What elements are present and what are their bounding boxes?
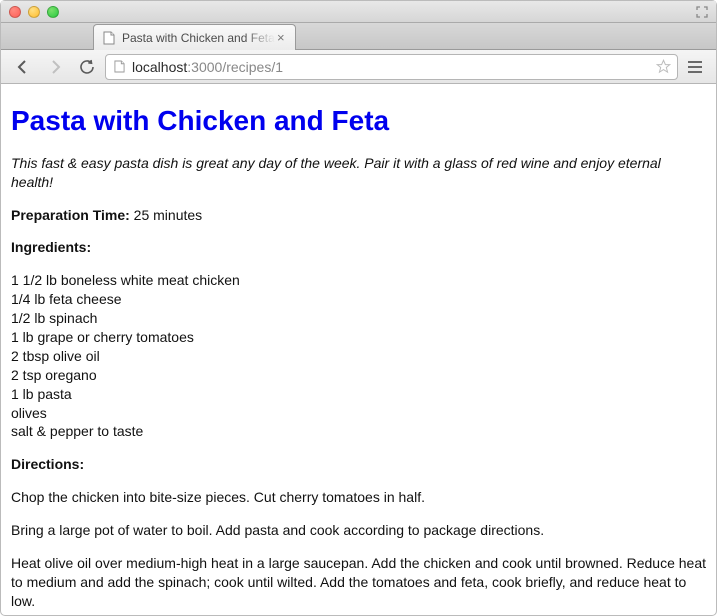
direction-step: Chop the chicken into bite-size pieces. …: [11, 488, 706, 507]
ingredient-item: 1/4 lb feta cheese: [11, 290, 706, 309]
ingredient-item: 1 lb grape or cherry tomatoes: [11, 328, 706, 347]
hamburger-icon: [688, 61, 702, 63]
reload-button[interactable]: [73, 54, 101, 80]
url-port: :3000: [187, 59, 222, 75]
ingredients-list: 1 1/2 lb boneless white meat chicken1/4 …: [11, 271, 706, 441]
direction-step: Bring a large pot of water to boil. Add …: [11, 521, 706, 540]
window-controls: [9, 6, 59, 18]
window-minimize-button[interactable]: [28, 6, 40, 18]
browser-tab[interactable]: Pasta with Chicken and Feta ×: [93, 24, 296, 50]
direction-step: Heat olive oil over medium-high heat in …: [11, 554, 706, 611]
ingredient-item: 1 1/2 lb boneless white meat chicken: [11, 271, 706, 290]
tab-title: Pasta with Chicken and Feta: [122, 31, 275, 45]
window-close-button[interactable]: [9, 6, 21, 18]
page-icon: [102, 31, 116, 45]
ingredient-item: 2 tbsp olive oil: [11, 347, 706, 366]
prep-time-label: Preparation Time:: [11, 207, 130, 223]
window-titlebar: [1, 1, 716, 23]
ingredient-item: 2 tsp oregano: [11, 366, 706, 385]
ingredient-item: 1/2 lb spinach: [11, 309, 706, 328]
page-content: Pasta with Chicken and Feta This fast & …: [1, 84, 716, 615]
directions-list: Chop the chicken into bite-size pieces. …: [11, 488, 706, 615]
tab-strip: Pasta with Chicken and Feta ×: [1, 23, 716, 50]
ingredient-item: olives: [11, 404, 706, 423]
bookmark-star-icon[interactable]: [655, 59, 671, 75]
menu-button[interactable]: [682, 54, 708, 80]
forward-button[interactable]: [41, 54, 69, 80]
back-button[interactable]: [9, 54, 37, 80]
fullscreen-icon[interactable]: [696, 6, 708, 18]
recipe-description: This fast & easy pasta dish is great any…: [11, 154, 706, 192]
ingredient-item: 1 lb pasta: [11, 385, 706, 404]
ingredients-heading: Ingredients:: [11, 238, 706, 257]
page-title: Pasta with Chicken and Feta: [11, 102, 706, 140]
page-icon: [112, 60, 126, 74]
prep-time: Preparation Time: 25 minutes: [11, 206, 706, 225]
window-zoom-button[interactable]: [47, 6, 59, 18]
close-icon[interactable]: ×: [275, 30, 287, 45]
address-bar[interactable]: localhost:3000/recipes/1: [105, 54, 678, 80]
url-host: localhost: [132, 59, 187, 75]
browser-toolbar: localhost:3000/recipes/1: [1, 50, 716, 84]
directions-heading: Directions:: [11, 455, 706, 474]
url-path: /recipes/1: [222, 59, 283, 75]
url-text: localhost:3000/recipes/1: [132, 59, 649, 75]
prep-time-value: 25 minutes: [130, 207, 202, 223]
ingredient-item: salt & pepper to taste: [11, 422, 706, 441]
